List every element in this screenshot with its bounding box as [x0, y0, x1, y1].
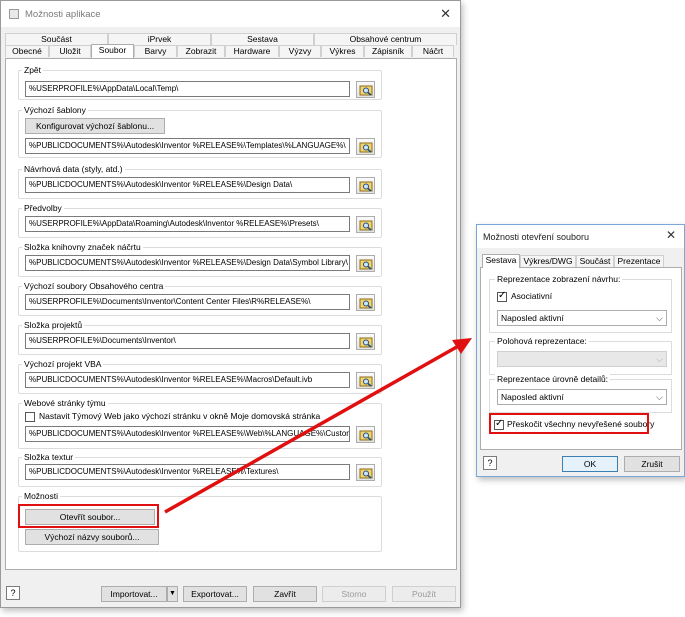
lod-select[interactable]: Naposled aktivní ⌵	[497, 389, 667, 405]
tab-dialog-assembly[interactable]: Sestava	[482, 254, 520, 268]
chevron-down-icon: ⌵	[656, 354, 663, 364]
dialog-help-icon[interactable]: ?	[483, 456, 497, 470]
lod-label: Reprezentace úrovně detailů:	[495, 374, 611, 384]
dialog-title-bar: Možnosti otevření souboru ✕	[477, 225, 684, 248]
positional-select[interactable]: ⌵	[497, 351, 667, 367]
positional-label: Polohová reprezentace:	[495, 336, 589, 346]
associative-checkbox[interactable]	[497, 290, 507, 302]
dialog-title: Možnosti otevření souboru	[483, 231, 590, 242]
file-open-options-dialog: Možnosti otevření souboru ✕ Sestava Výkr…	[476, 224, 685, 477]
highlight-skip-unresolved	[489, 413, 649, 434]
design-view-value: Naposled aktivní	[501, 313, 564, 323]
dialog-close-icon[interactable]: ✕	[666, 228, 676, 242]
lod-value: Naposled aktivní	[501, 392, 564, 402]
ok-button[interactable]: OK	[562, 456, 618, 472]
chevron-down-icon: ⌵	[656, 313, 663, 323]
design-view-select[interactable]: Naposled aktivní ⌵	[497, 310, 667, 326]
tab-file[interactable]: Soubor	[91, 44, 134, 58]
design-view-label: Reprezentace zobrazení návrhu:	[495, 274, 623, 284]
dialog-panel: Reprezentace zobrazení návrhu: Asociativ…	[480, 267, 682, 450]
dialog-cancel-button[interactable]: Zrušit	[624, 456, 680, 472]
associative-label: Asociativní	[511, 291, 553, 301]
chevron-down-icon: ⌵	[656, 392, 663, 402]
